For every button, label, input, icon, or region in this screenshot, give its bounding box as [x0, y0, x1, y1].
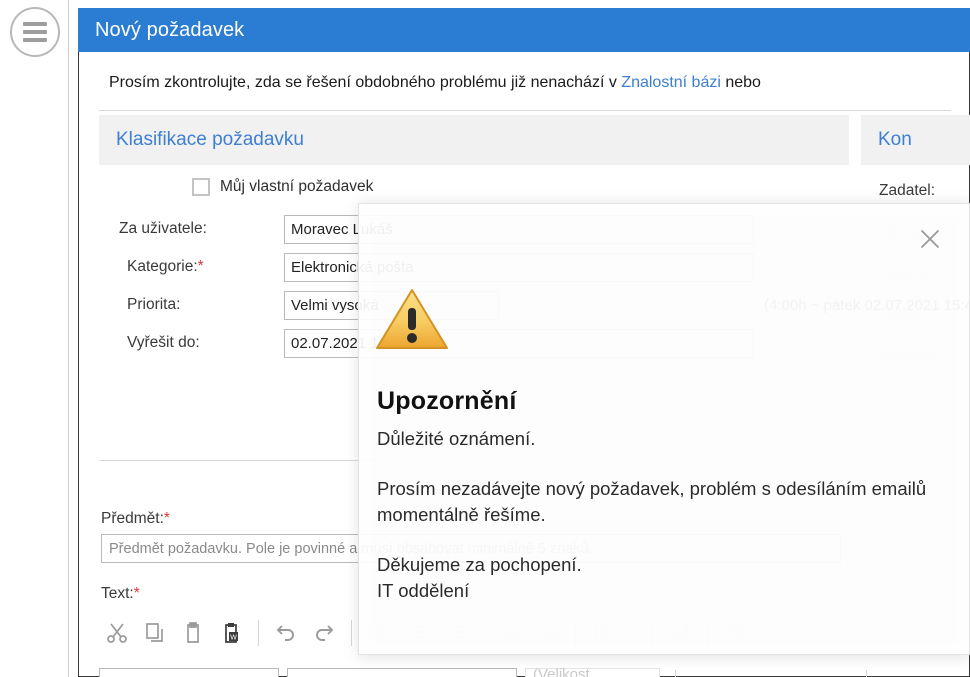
- contact-panel-header: Kon: [861, 115, 970, 165]
- text-label-text: Text:: [101, 585, 134, 602]
- close-icon[interactable]: [915, 224, 945, 254]
- left-rail: [0, 0, 69, 677]
- toolbar-separator: [675, 670, 676, 677]
- font-size-select[interactable]: (Velikost písma: [525, 668, 660, 677]
- field-label-deadline-text: Vyřešit do:: [127, 334, 200, 351]
- required-asterisk: *: [164, 510, 170, 527]
- hamburger-bar: [23, 30, 47, 34]
- contact-panel-title: Kon: [878, 129, 912, 151]
- hamburger-bar: [23, 22, 47, 26]
- classification-panel: Klasifikace požadavku: [99, 115, 849, 165]
- copy-icon[interactable]: [137, 614, 173, 652]
- field-label-deadline: Vyřešit do:: [99, 334, 284, 352]
- toolbar-separator: [258, 620, 259, 646]
- hamburger-menu-icon[interactable]: [10, 7, 60, 57]
- knowledge-base-notice: Prosím zkontrolujte, zda se řešení obdob…: [109, 74, 761, 92]
- modal-body: Důležité oznámení. Prosím nezadávejte no…: [377, 426, 937, 604]
- own-request-label: Můj vlastní požadavek: [220, 178, 373, 196]
- own-request-row: Můj vlastní požadavek: [192, 172, 859, 202]
- application-window: Nový požadavek Prosím zkontrolujte, zda …: [0, 0, 970, 677]
- editor-toolbar-row-2: Normal Arial (Velikost písma B I U S: [99, 664, 970, 677]
- required-asterisk: *: [134, 585, 140, 602]
- paragraph-style-select[interactable]: Normal: [99, 668, 279, 677]
- text-label: Text:*: [101, 585, 140, 603]
- align-center-icon[interactable]: [924, 667, 958, 677]
- field-label-user: Za uživatele:: [99, 220, 284, 238]
- bold-button[interactable]: B: [691, 667, 725, 677]
- field-label-priority: Priorita:: [99, 296, 284, 314]
- contact-panel: Kon: [861, 115, 970, 165]
- subject-label: Předmět:*: [101, 510, 170, 528]
- hamburger-bar: [23, 38, 47, 42]
- strikethrough-button[interactable]: S: [817, 667, 851, 677]
- svg-text:W: W: [230, 635, 237, 642]
- warning-modal: Upozornění Důležité oznámení. Prosím nez…: [358, 203, 970, 655]
- own-request-checkbox[interactable]: [192, 178, 210, 196]
- knowledge-base-link[interactable]: Znalostní bázi: [621, 74, 721, 91]
- modal-paragraph-1: Důležité oznámení.: [377, 426, 937, 452]
- paste-icon[interactable]: [175, 614, 211, 652]
- classification-panel-title: Klasifikace požadavku: [116, 129, 304, 151]
- modal-paragraph-2: Prosím nezadávejte nový požadavek, probl…: [377, 476, 937, 528]
- font-family-select[interactable]: Arial: [287, 668, 517, 677]
- page-title: Nový požadavek: [95, 19, 244, 42]
- undo-icon[interactable]: [268, 614, 304, 652]
- align-left-icon[interactable]: [882, 667, 916, 677]
- toolbar-separator: [351, 620, 352, 646]
- italic-button[interactable]: I: [733, 667, 767, 677]
- field-label-user-text: Za uživatele:: [119, 220, 207, 237]
- classification-panel-header: Klasifikace požadavku: [99, 115, 849, 165]
- redo-icon[interactable]: [306, 614, 342, 652]
- font-size-value: (Velikost písma: [533, 666, 632, 677]
- divider: [99, 110, 951, 111]
- field-label-category-text: Kategorie:: [127, 258, 198, 275]
- field-label-priority-text: Priorita:: [127, 296, 180, 313]
- underline-button[interactable]: U: [775, 667, 809, 677]
- notice-text-before: Prosím zkontrolujte, zda se řešení obdob…: [109, 74, 621, 91]
- contact-label-zadatel: Zadatel:: [879, 182, 935, 200]
- paste-from-word-icon[interactable]: W: [213, 614, 249, 652]
- warning-triangle-icon: [374, 286, 450, 352]
- modal-title: Upozornění: [377, 387, 517, 416]
- required-asterisk: *: [198, 258, 204, 275]
- modal-paragraph-3: Děkujeme za pochopení. IT oddělení: [377, 552, 937, 604]
- window-title-bar: Nový požadavek: [78, 8, 970, 52]
- notice-text-after: nebo: [721, 74, 761, 91]
- field-label-category: Kategorie:*: [99, 258, 284, 276]
- toolbar-separator: [866, 670, 867, 677]
- subject-label-text: Předmět:: [101, 510, 164, 527]
- cut-icon[interactable]: [99, 614, 135, 652]
